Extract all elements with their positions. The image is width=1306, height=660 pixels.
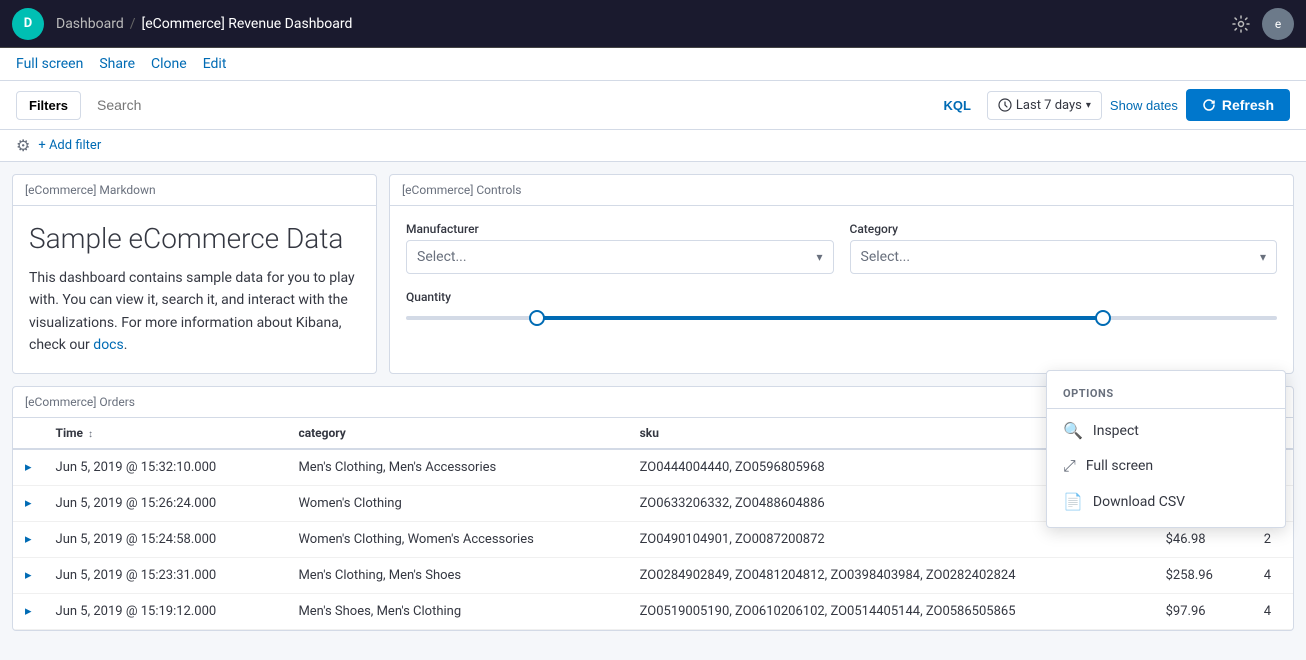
chevron-down-icon: ▾ [1086, 100, 1091, 111]
quantity-label: Quantity [406, 290, 1277, 304]
col-category[interactable]: category [286, 418, 627, 449]
expand-cell[interactable]: ▸ [13, 521, 44, 557]
count-cell: 4 [1252, 593, 1293, 629]
category-cell: Women's Clothing, Women's Accessories [286, 521, 627, 557]
clock-icon [998, 98, 1012, 112]
options-dropdown: OPTIONS 🔍 Inspect ⤢ Full screen 📄 Download CS… [1046, 370, 1286, 528]
expand-cell[interactable]: ▸ [13, 449, 44, 486]
breadcrumb-home[interactable]: Dashboard [56, 16, 124, 32]
top-bar-icons: e [1232, 8, 1294, 40]
count-cell: 4 [1252, 557, 1293, 593]
user-avatar[interactable]: e [1262, 8, 1294, 40]
category-placeholder: Select... [861, 249, 911, 265]
sku-cell: ZO0519005190, ZO0610206102, ZO0514405144… [628, 593, 1154, 629]
category-cell: Men's Shoes, Men's Clothing [286, 593, 627, 629]
category-control: Category Select... ▾ [850, 222, 1278, 274]
controls-grid: Manufacturer Select... ▾ Category Select… [406, 222, 1277, 274]
expand-cell[interactable]: ▸ [13, 593, 44, 629]
kql-button[interactable]: KQL [935, 94, 978, 117]
top-row: [eCommerce] Markdown Sample eCommerce Da… [12, 174, 1294, 374]
taxful-cell: $97.96 [1154, 593, 1252, 629]
clone-link[interactable]: Clone [151, 56, 187, 72]
share-link[interactable]: Share [99, 56, 135, 72]
slider-track [406, 316, 1277, 320]
controls-panel-title: [eCommerce] Controls [390, 175, 1293, 206]
option-icon: ⤢ [1063, 456, 1076, 476]
action-bar: Full screen Share Clone Edit [0, 48, 1306, 81]
slider-fill [537, 316, 1103, 320]
settings-icon [1232, 15, 1250, 33]
search-input[interactable] [89, 91, 927, 119]
sort-icon: ↕ [88, 429, 93, 440]
table-row: ▸ Jun 5, 2019 @ 15:23:31.000 Men's Cloth… [13, 557, 1293, 593]
slider-thumb-left[interactable] [529, 310, 545, 326]
markdown-heading: Sample eCommerce Data [29, 222, 360, 255]
slider-thumb-right[interactable] [1095, 310, 1111, 326]
breadcrumb: Dashboard / [eCommerce] Revenue Dashboar… [56, 16, 1232, 32]
markdown-panel-title: [eCommerce] Markdown [13, 175, 376, 206]
filter-bar: Filters KQL Last 7 days ▾ Show dates Ref… [0, 81, 1306, 130]
markdown-text: This dashboard contains sample data for … [29, 267, 360, 357]
options-item-inspect[interactable]: 🔍 Inspect [1047, 413, 1285, 448]
manufacturer-chevron-icon: ▾ [816, 250, 822, 264]
controls-panel-body: Manufacturer Select... ▾ Category Select… [390, 206, 1293, 344]
refresh-label: Refresh [1222, 97, 1274, 113]
taxful-cell: $258.96 [1154, 557, 1252, 593]
category-label: Category [850, 222, 1278, 236]
category-select[interactable]: Select... ▾ [850, 240, 1278, 274]
option-icon: 🔍 [1063, 421, 1083, 440]
refresh-icon [1202, 98, 1216, 112]
show-dates-button[interactable]: Show dates [1110, 98, 1178, 113]
time-cell: Jun 5, 2019 @ 15:26:24.000 [44, 485, 287, 521]
settings-icon-button[interactable] [1232, 15, 1250, 33]
options-title: OPTIONS [1047, 379, 1285, 409]
option-label: Inspect [1093, 423, 1139, 439]
app-avatar[interactable]: D [12, 8, 44, 40]
breadcrumb-current: [eCommerce] Revenue Dashboard [142, 16, 353, 32]
manufacturer-placeholder: Select... [417, 249, 467, 265]
markdown-panel: [eCommerce] Markdown Sample eCommerce Da… [12, 174, 377, 374]
time-cell: Jun 5, 2019 @ 15:24:58.000 [44, 521, 287, 557]
gear-icon[interactable]: ⚙ [16, 136, 30, 155]
fullscreen-link[interactable]: Full screen [16, 56, 83, 72]
option-label: Full screen [1086, 458, 1153, 474]
options-item-full-screen[interactable]: ⤢ Full screen [1047, 448, 1285, 484]
option-icon: 📄 [1063, 492, 1083, 511]
time-label: Last 7 days [1016, 98, 1082, 113]
markdown-panel-body: Sample eCommerce Data This dashboard con… [13, 206, 376, 373]
time-picker[interactable]: Last 7 days ▾ [987, 91, 1102, 120]
category-cell: Men's Clothing, Men's Shoes [286, 557, 627, 593]
category-chevron-icon: ▾ [1260, 250, 1266, 264]
option-label: Download CSV [1093, 494, 1185, 510]
docs-link[interactable]: docs [93, 337, 123, 353]
edit-link[interactable]: Edit [203, 56, 227, 72]
add-filter-link[interactable]: + Add filter [38, 138, 101, 153]
filters-button[interactable]: Filters [16, 91, 81, 120]
col-expand [13, 418, 44, 449]
expand-cell[interactable]: ▸ [13, 557, 44, 593]
time-cell: Jun 5, 2019 @ 15:32:10.000 [44, 449, 287, 486]
add-filter-row: ⚙ + Add filter [0, 130, 1306, 162]
controls-panel: [eCommerce] Controls Manufacturer Select… [389, 174, 1294, 374]
quantity-slider[interactable] [406, 308, 1277, 328]
category-cell: Men's Clothing, Men's Accessories [286, 449, 627, 486]
top-bar: D Dashboard / [eCommerce] Revenue Dashbo… [0, 0, 1306, 48]
sku-cell: ZO0284902849, ZO0481204812, ZO0398403984… [628, 557, 1154, 593]
options-items: 🔍 Inspect ⤢ Full screen 📄 Download CSV [1047, 413, 1285, 519]
col-time[interactable]: Time ↕ [44, 418, 287, 449]
refresh-button[interactable]: Refresh [1186, 89, 1290, 121]
manufacturer-label: Manufacturer [406, 222, 834, 236]
time-cell: Jun 5, 2019 @ 15:19:12.000 [44, 593, 287, 629]
manufacturer-control: Manufacturer Select... ▾ [406, 222, 834, 274]
quantity-control: Quantity [406, 290, 1277, 328]
manufacturer-select[interactable]: Select... ▾ [406, 240, 834, 274]
category-cell: Women's Clothing [286, 485, 627, 521]
table-row: ▸ Jun 5, 2019 @ 15:19:12.000 Men's Shoes… [13, 593, 1293, 629]
options-item-download-csv[interactable]: 📄 Download CSV [1047, 484, 1285, 519]
time-cell: Jun 5, 2019 @ 15:23:31.000 [44, 557, 287, 593]
breadcrumb-sep: / [130, 16, 136, 32]
expand-cell[interactable]: ▸ [13, 485, 44, 521]
